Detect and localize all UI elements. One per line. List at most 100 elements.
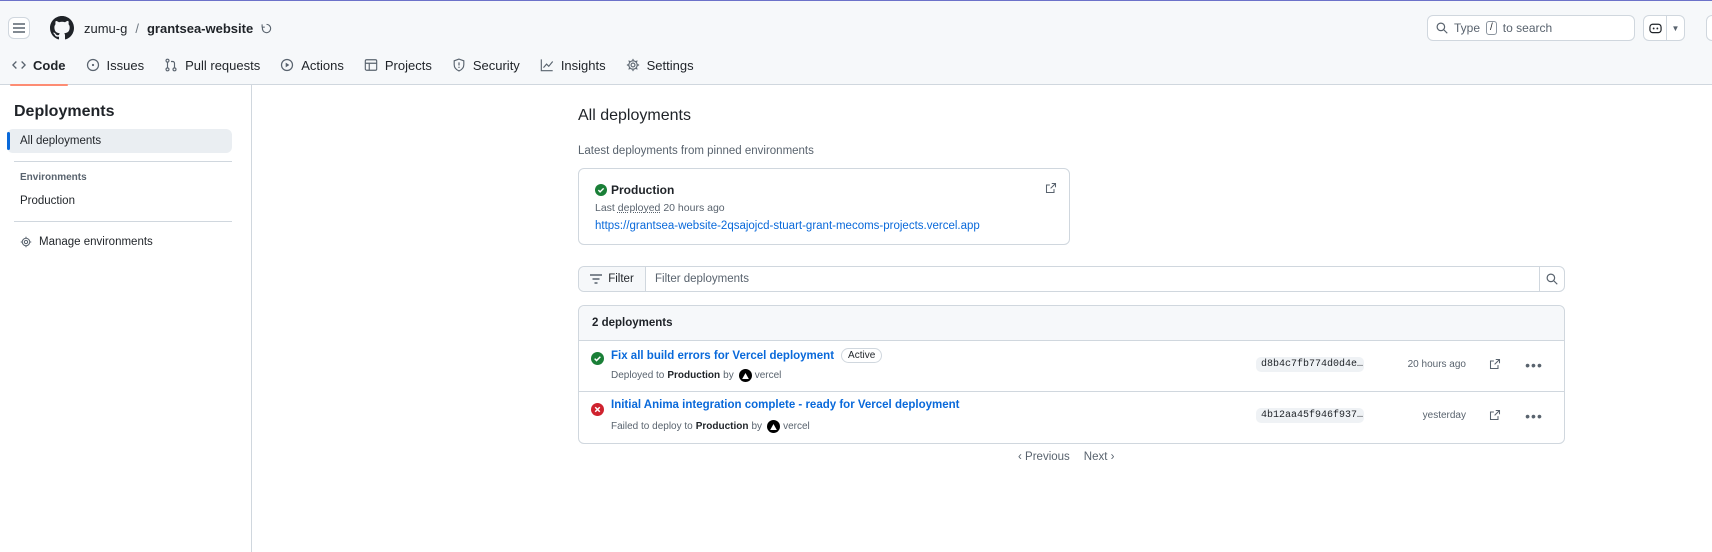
sidebar-heading-environments: Environments — [20, 172, 87, 183]
deployment-subtitle: Deployed to Production by vercel — [611, 369, 781, 382]
code-icon — [12, 61, 26, 69]
sidebar-item-manage-environments[interactable]: Manage environments — [7, 230, 232, 254]
external-link-icon[interactable] — [1489, 409, 1501, 421]
deployments-sidebar: Deployments All deployments Environments… — [0, 85, 252, 552]
search-icon — [1436, 22, 1448, 34]
graph-icon — [540, 59, 553, 72]
tab-projects[interactable]: Projects — [364, 55, 440, 85]
hamburger-icon — [13, 23, 25, 33]
filter-search-button[interactable] — [1539, 267, 1564, 291]
tab-label: Insights — [560, 57, 606, 73]
tab-label: Pull requests — [185, 57, 261, 73]
copilot-button[interactable]: ▼ — [1643, 15, 1685, 41]
external-link-icon[interactable] — [1045, 182, 1057, 194]
breadcrumb-owner[interactable]: zumu-g — [84, 21, 127, 36]
deployment-time: 20 hours ago — [1407, 359, 1466, 370]
tab-security[interactable]: Security — [452, 55, 528, 85]
chevron-down-icon[interactable]: ▼ — [1667, 24, 1684, 33]
breadcrumb: zumu-g / grantsea-website — [84, 21, 272, 36]
tab-settings[interactable]: Settings — [626, 55, 702, 85]
tab-label: Actions — [301, 57, 344, 73]
previous-page-button[interactable]: ‹ Previous — [1018, 451, 1070, 463]
tab-label: Projects — [384, 57, 432, 73]
pinned-env-meta: Last deployed 20 hours ago — [595, 202, 1053, 214]
next-page-button[interactable]: Next › — [1084, 451, 1115, 463]
check-circle-icon — [595, 184, 607, 196]
pinned-env-url-link[interactable]: https://grantsea-website-2qsajojcd-stuar… — [595, 220, 1053, 232]
header-overflow-button[interactable] — [1706, 15, 1712, 41]
app-header: zumu-g / grantsea-website Type / to sear… — [0, 1, 1712, 86]
gear-icon — [20, 236, 32, 248]
meta-deployed: deployed — [617, 202, 661, 214]
table-icon — [364, 59, 378, 71]
vercel-avatar-icon — [767, 420, 781, 433]
deployment-by: by — [723, 370, 734, 381]
vercel-avatar-icon — [738, 369, 752, 382]
deployment-sub-prefix: Failed to deploy to — [611, 421, 693, 432]
copilot-icon — [1648, 23, 1662, 34]
deployment-row: Initial Anima integration complete - rea… — [579, 392, 1564, 443]
filter-icon — [590, 274, 603, 284]
tab-label: Settings — [646, 57, 694, 73]
sidebar-title: Deployments — [14, 103, 115, 120]
tab-code[interactable]: Code — [10, 55, 74, 86]
deployments-count: 2 deployments — [579, 306, 1564, 341]
search-icon — [1546, 273, 1558, 285]
github-logo-icon[interactable] — [50, 16, 74, 40]
deployments-list: 2 deployments Fix all build errors for V… — [578, 305, 1565, 444]
next-label: Next — [1083, 451, 1108, 463]
deployment-title-link[interactable]: Initial Anima integration complete - rea… — [611, 399, 960, 411]
x-circle-icon — [591, 403, 604, 416]
deployment-env: Production — [667, 370, 721, 381]
search-shortcut-key: / — [1486, 21, 1497, 35]
deployment-actor[interactable]: vercel — [783, 421, 810, 432]
filter-button[interactable]: Filter — [579, 267, 646, 291]
sidebar-divider — [14, 221, 232, 222]
tab-label: Code — [33, 57, 66, 73]
commit-sha[interactable]: 4b12aa45f946f937… — [1256, 408, 1364, 423]
deployment-time: yesterday — [1422, 410, 1466, 421]
tab-pull-requests[interactable]: Pull requests — [164, 55, 268, 85]
check-circle-icon — [591, 352, 604, 365]
tab-insights[interactable]: Insights — [540, 55, 614, 85]
sidebar-item-production[interactable]: Production — [7, 189, 232, 213]
row-actions-button[interactable]: ••• — [1521, 353, 1547, 377]
pinned-env-name[interactable]: Production — [611, 183, 674, 197]
tab-label: Issues — [106, 57, 145, 73]
deployment-actor[interactable]: vercel — [755, 370, 782, 381]
hamburger-menu-button[interactable] — [8, 17, 30, 39]
search-placeholder-suffix: to search — [1502, 21, 1553, 35]
tab-actions[interactable]: Actions — [280, 55, 352, 85]
pinned-environment-card: Production Last deployed 20 hours ago ht… — [578, 168, 1070, 245]
deployment-title-link[interactable]: Fix all build errors for Vercel deployme… — [611, 350, 834, 362]
external-link-icon[interactable] — [1489, 358, 1501, 370]
gear-icon — [626, 58, 639, 72]
deployment-sub-prefix: Deployed to — [611, 370, 665, 381]
issue-icon — [86, 58, 99, 72]
chevron-left-icon: ‹ — [1018, 451, 1022, 463]
sidebar-item-all-deployments[interactable]: All deployments — [7, 129, 232, 153]
deployment-row: Fix all build errors for Vercel deployme… — [579, 341, 1564, 392]
row-actions-button[interactable]: ••• — [1521, 404, 1547, 428]
play-icon — [281, 58, 294, 72]
meta-prefix: Last — [595, 202, 615, 214]
kebab-horizontal-icon: ••• — [1525, 408, 1543, 424]
deployment-env: Production — [695, 421, 749, 432]
repo-sync-icon — [261, 23, 272, 33]
commit-sha[interactable]: d8b4c7fb774d0d4e… — [1256, 357, 1364, 372]
pull-request-icon — [165, 58, 177, 72]
tab-issues[interactable]: Issues — [86, 55, 153, 85]
page-subtitle: Latest deployments from pinned environme… — [578, 145, 814, 157]
pagination: ‹ Previous Next › — [1018, 451, 1115, 463]
previous-label: Previous — [1025, 451, 1070, 463]
deployments-content: All deployments Latest deployments from … — [252, 85, 1712, 552]
global-search-input[interactable]: Type / to search — [1427, 15, 1635, 41]
status-badge: Active — [841, 348, 883, 363]
sidebar-divider — [14, 161, 232, 162]
breadcrumb-repo[interactable]: grantsea-website — [147, 21, 253, 36]
chevron-right-icon: › — [1110, 451, 1115, 463]
filter-deployments-input[interactable] — [646, 267, 1539, 291]
deployment-subtitle: Failed to deploy to Production by vercel — [611, 420, 810, 433]
filter-bar: Filter — [578, 266, 1565, 292]
deployment-by: by — [751, 421, 763, 432]
